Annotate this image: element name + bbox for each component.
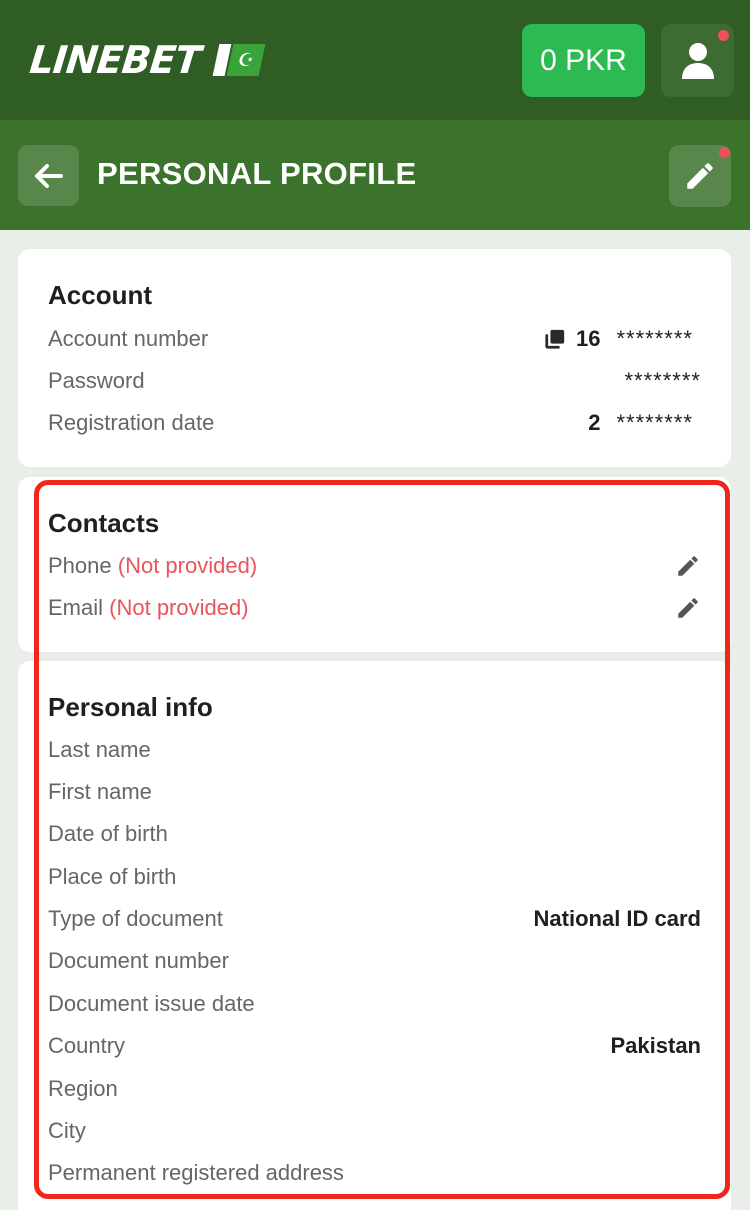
pencil-icon [687,163,713,189]
user-account-button[interactable] [661,24,734,97]
password-mask: ******** [624,368,701,393]
account-number-row: Account number 16 ******** [48,322,701,356]
highlight-box [34,480,730,1199]
account-number-label: Account number [48,326,209,351]
registration-date-mask: ******** [616,410,693,435]
copy-icon[interactable] [544,328,566,350]
password-label: Password [48,368,145,393]
back-button[interactable] [18,145,79,206]
password-row: Password ******** [48,364,701,398]
logo-text: LINEBET [27,38,203,82]
edit-profile-button[interactable] [669,145,731,207]
notification-dot [719,147,730,158]
account-card: Account Account number 16 ******** Passw… [18,249,731,467]
registration-date-value: 2 [588,410,601,435]
account-number-value: 16 [576,326,601,351]
top-bar: LINEBET ☪ 0 PKR [0,0,750,120]
balance-button[interactable]: 0 PKR [522,24,645,97]
arrow-left-icon [34,163,63,188]
registration-date-row: Registration date 2 ******** [48,406,701,440]
account-number-mask: ******** [616,326,693,351]
page-title: PERSONAL PROFILE [97,156,417,191]
registration-date-label: Registration date [48,410,215,435]
user-icon [681,42,714,79]
notification-dot [718,30,729,41]
pakistan-flag-icon: ☪ [212,44,266,76]
account-title: Account [48,280,152,310]
page-header: PERSONAL PROFILE [0,120,750,230]
linebet-logo[interactable]: LINEBET ☪ [27,38,266,82]
